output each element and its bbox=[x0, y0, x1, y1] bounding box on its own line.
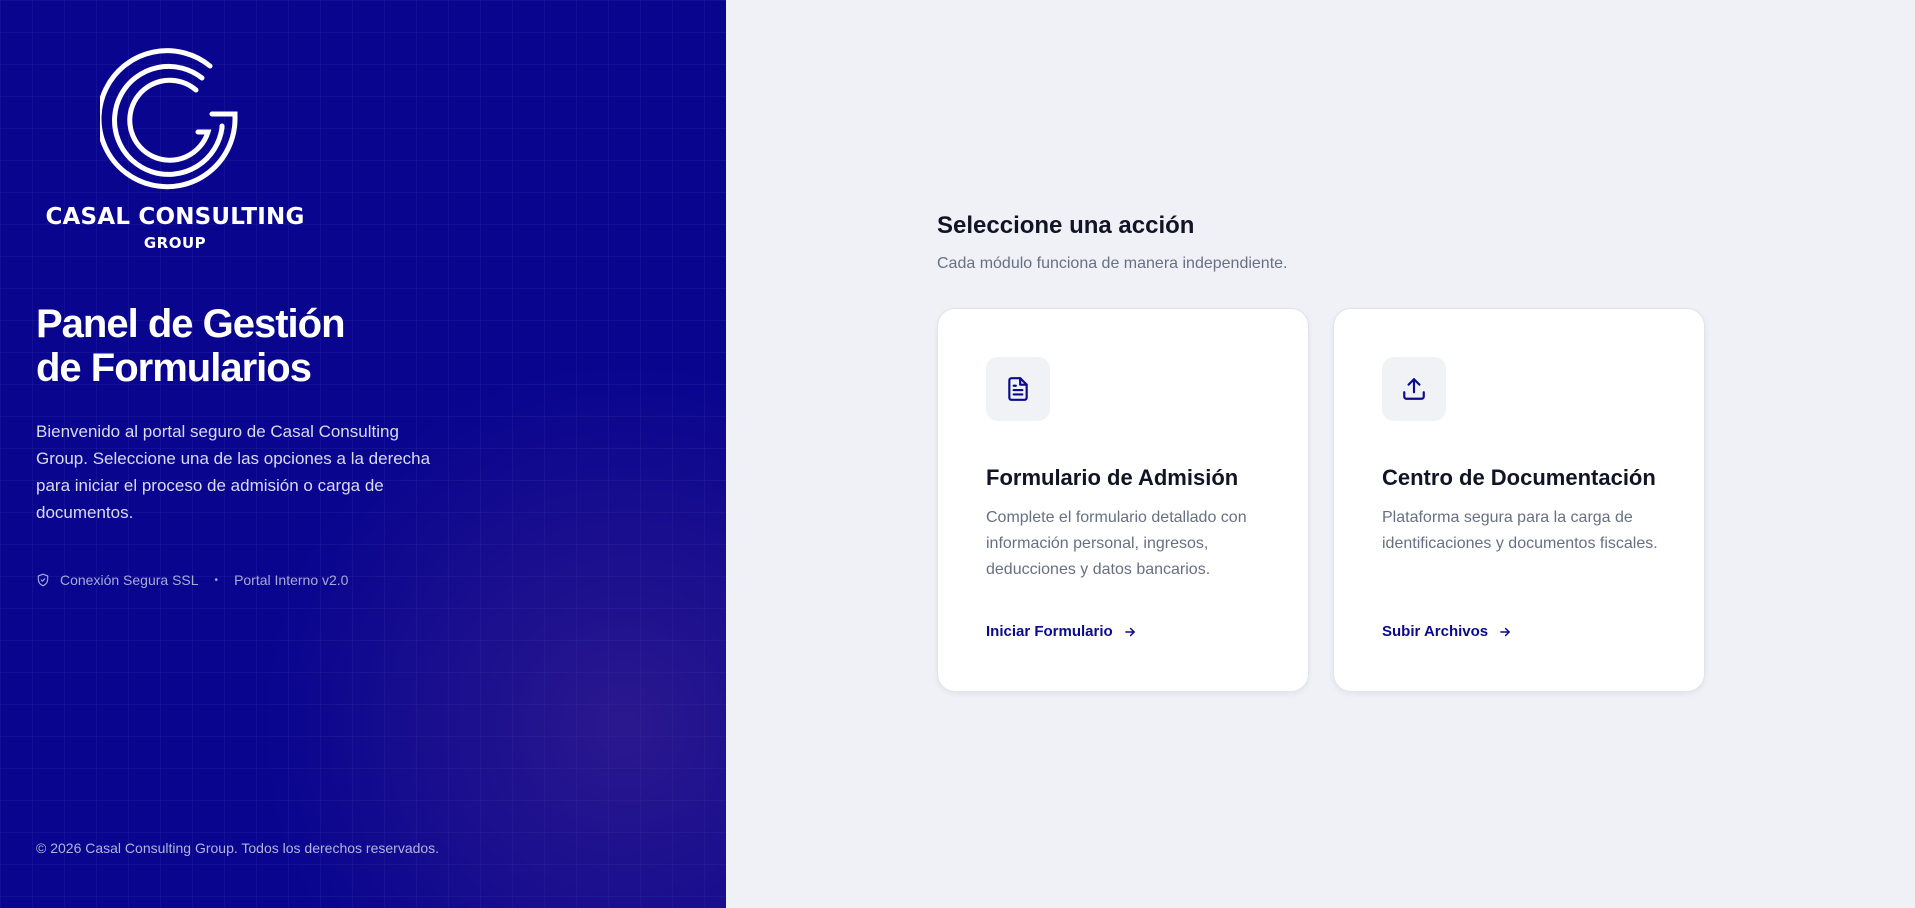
admission-form-card[interactable]: Formulario de Admisión Complete el formu… bbox=[937, 308, 1309, 692]
logo-mark-icon bbox=[100, 48, 238, 190]
shield-icon bbox=[36, 573, 50, 587]
brand-panel: CASAL CONSULTING GROUP Panel de Gestión … bbox=[0, 0, 726, 908]
documentation-center-card[interactable]: Centro de Documentación Plataforma segur… bbox=[1333, 308, 1705, 692]
page-title: Panel de Gestión de Formularios bbox=[36, 302, 636, 390]
start-form-link-label: Iniciar Formulario bbox=[986, 623, 1113, 640]
main-content: Seleccione una acción Cada módulo funcio… bbox=[726, 0, 1915, 908]
version-label: Portal Interno v2.0 bbox=[234, 572, 349, 588]
welcome-text: Bienvenido al portal seguro de Casal Con… bbox=[36, 422, 431, 522]
arrow-right-icon bbox=[1123, 625, 1137, 639]
page-title-line-1: Panel de Gestión bbox=[36, 302, 346, 346]
company-logo: CASAL CONSULTING GROUP bbox=[38, 48, 318, 252]
logo-subtitle: GROUP bbox=[143, 234, 207, 252]
document-icon bbox=[986, 357, 1050, 421]
ssl-label: Conexión Segura SSL bbox=[60, 572, 199, 588]
section-title: Seleccione una acción bbox=[937, 212, 1195, 239]
card-description: Plataforma segura para la carga de ident… bbox=[1382, 509, 1658, 552]
card-title: Centro de Documentación bbox=[1382, 465, 1656, 490]
meta-separator: • bbox=[214, 574, 219, 586]
upload-files-link-label: Subir Archivos bbox=[1382, 623, 1489, 640]
logo-wordmark: CASAL CONSULTING bbox=[45, 204, 305, 230]
start-form-link[interactable]: Iniciar Formulario bbox=[986, 623, 1137, 640]
upload-files-link[interactable]: Subir Archivos bbox=[1382, 623, 1512, 640]
card-description: Complete el formulario detallado con inf… bbox=[986, 509, 1247, 578]
upload-icon bbox=[1382, 357, 1446, 421]
copyright: © 2026 Casal Consulting Group. Todos los… bbox=[36, 840, 440, 856]
arrow-right-icon bbox=[1498, 625, 1512, 639]
page-title-line-2: de Formularios bbox=[36, 346, 312, 390]
section-subtitle: Cada módulo funciona de manera independi… bbox=[937, 255, 1288, 272]
security-meta: Conexión Segura SSL • Portal Interno v2.… bbox=[36, 572, 348, 588]
card-title: Formulario de Admisión bbox=[986, 465, 1239, 490]
